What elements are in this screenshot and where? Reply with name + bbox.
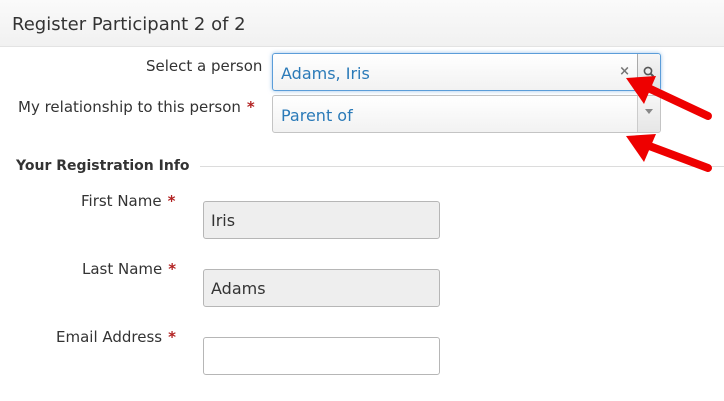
relationship-select-value: Parent of — [281, 106, 353, 125]
page-header: Register Participant 2 of 2 — [0, 0, 724, 47]
first-name-label-text: First Name — [81, 192, 162, 210]
section-legend: Your Registration Info — [16, 158, 190, 174]
email-field[interactable] — [203, 337, 440, 375]
required-indicator: * — [168, 260, 177, 278]
required-indicator: * — [167, 192, 176, 210]
email-label: Email Address * — [56, 328, 176, 346]
required-indicator: * — [168, 328, 176, 346]
required-indicator: * — [246, 98, 255, 116]
page-title: Register Participant 2 of 2 — [12, 14, 246, 35]
last-name-field[interactable] — [203, 269, 440, 307]
relationship-select[interactable]: Parent of — [272, 95, 661, 133]
person-picker[interactable]: Adams, Iris × — [272, 53, 661, 91]
relationship-label-text: My relationship to this person — [18, 98, 241, 116]
first-name-label: First Name * — [81, 192, 175, 210]
annotation-arrow-top — [626, 76, 712, 120]
first-name-field[interactable] — [203, 201, 440, 239]
email-label-text: Email Address — [56, 328, 163, 346]
annotation-arrow-bottom — [626, 134, 712, 172]
person-picker-value: Adams, Iris — [281, 64, 370, 83]
last-name-label: Last Name * — [82, 260, 176, 278]
last-name-label-text: Last Name — [82, 260, 163, 278]
select-person-label: Select a person — [146, 57, 263, 75]
relationship-label: My relationship to this person * — [18, 98, 255, 116]
